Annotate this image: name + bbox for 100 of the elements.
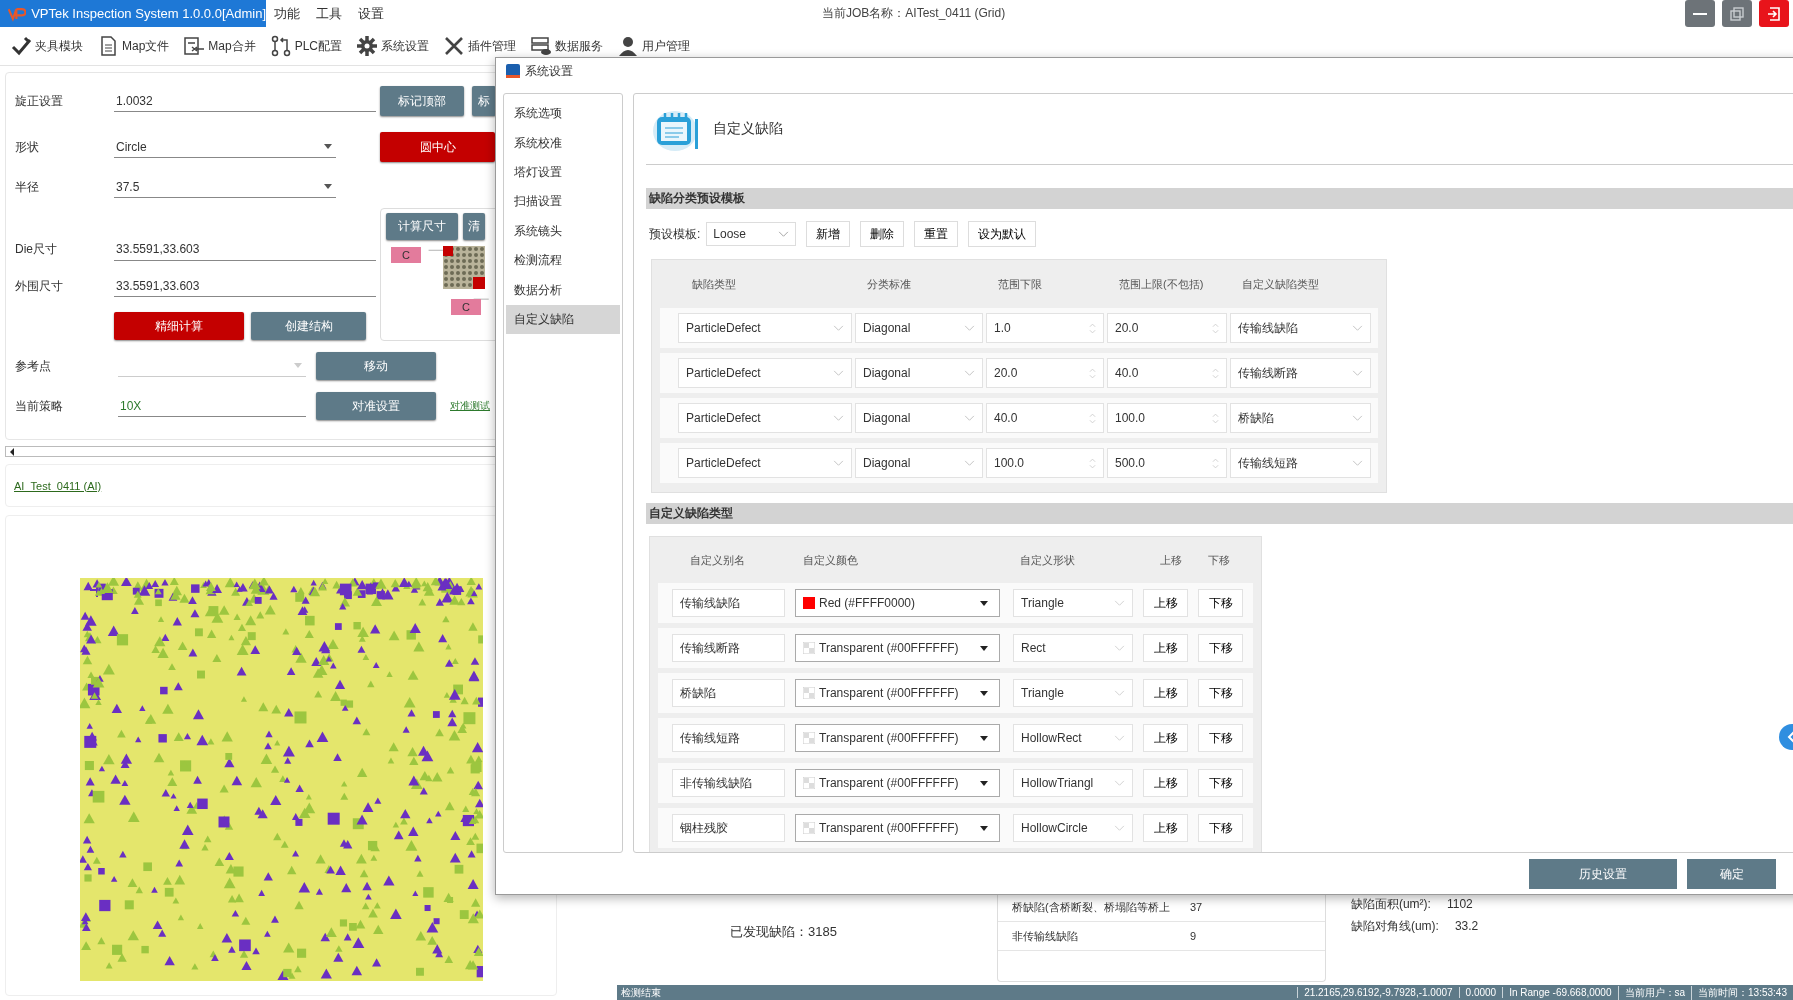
menu-item[interactable]: 功能 <box>266 0 308 27</box>
align-settings-button[interactable]: 对准设置 <box>316 392 436 420</box>
scroll-left-icon[interactable] <box>8 446 16 457</box>
minimize-button[interactable] <box>1685 0 1715 27</box>
die-size-field[interactable]: 33.5591,33.603 <box>114 238 376 261</box>
move-up-button[interactable]: 上移 <box>1143 679 1188 707</box>
color-dropdown[interactable]: Red (#FFFF0000) <box>795 589 1000 617</box>
fine-calculate-button[interactable]: 精细计算 <box>114 312 244 340</box>
lower-limit-field[interactable]: 100.0 <box>986 448 1104 478</box>
defect-type-dropdown[interactable]: ParticleDefect <box>678 358 852 388</box>
structure-node[interactable]: C <box>391 247 421 263</box>
alias-field[interactable]: 传输线短路 <box>672 724 785 752</box>
standard-dropdown[interactable]: Diagonal <box>855 448 983 478</box>
move-up-button[interactable]: 上移 <box>1143 769 1188 797</box>
preset-button[interactable]: 重置 <box>914 221 959 247</box>
move-up-button[interactable]: 上移 <box>1143 589 1188 617</box>
sidebar-item[interactable]: 自定义缺陷 <box>506 304 620 335</box>
upper-limit-field[interactable]: 500.0 <box>1107 448 1227 478</box>
toolbar-button[interactable]: PLC配置 <box>265 35 347 57</box>
color-dropdown[interactable]: Transparent (#00FFFFFF) <box>795 724 1000 752</box>
upper-limit-field[interactable]: 20.0 <box>1107 313 1227 343</box>
custom-type-dropdown[interactable]: 桥缺陷 <box>1230 403 1371 433</box>
sidebar-item[interactable]: 系统校准 <box>506 128 620 158</box>
create-structure-button[interactable]: 创建结构 <box>251 312 366 340</box>
custom-type-dropdown[interactable]: 传输线断路 <box>1230 358 1371 388</box>
shape-dropdown[interactable]: Circle <box>114 136 336 158</box>
outer-size-field[interactable]: 33.5591,33.603 <box>114 275 376 297</box>
move-down-button[interactable]: 下移 <box>1198 724 1243 752</box>
defect-type-dropdown[interactable]: ParticleDefect <box>678 313 852 343</box>
move-down-button[interactable]: 下移 <box>1198 814 1243 842</box>
alias-field[interactable]: 传输线断路 <box>672 634 785 662</box>
alias-field[interactable]: 铟柱残胶 <box>672 814 785 842</box>
mark-top-button[interactable]: 标记顶部 <box>380 86 464 116</box>
toolbar-button[interactable]: 插件管理 <box>439 35 521 57</box>
color-dropdown[interactable]: Transparent (#00FFFFFF) <box>795 814 1000 842</box>
exit-button[interactable] <box>1759 0 1789 27</box>
toolbar-button[interactable]: 系统设置 <box>352 35 434 57</box>
structure-node[interactable]: C <box>451 299 481 315</box>
upper-limit-field[interactable]: 40.0 <box>1107 358 1227 388</box>
color-dropdown[interactable]: Transparent (#00FFFFFF) <box>795 769 1000 797</box>
job-link[interactable]: AI_Test_0411 (AI) <box>14 479 102 492</box>
sidebar-item[interactable]: 系统选项 <box>506 99 620 129</box>
upper-limit-field[interactable]: 100.0 <box>1107 403 1227 433</box>
toolbar-button[interactable]: Map文件 <box>93 35 174 57</box>
defect-type-dropdown[interactable]: ParticleDefect <box>678 448 852 478</box>
table-cell-text: 非传输线缺陷 <box>1011 928 1079 944</box>
custom-type-dropdown[interactable]: 传输线缺陷 <box>1230 313 1371 343</box>
color-dropdown[interactable]: Transparent (#00FFFFFF) <box>795 634 1000 662</box>
lower-limit-field[interactable]: 40.0 <box>986 403 1104 433</box>
lower-limit-field[interactable]: 1.0 <box>986 313 1104 343</box>
dialog-button[interactable]: 历史设置 <box>1529 859 1677 889</box>
calculate-size-button[interactable]: 计算尺寸 <box>386 213 458 240</box>
shape-dropdown[interactable]: HollowTriangl <box>1013 769 1133 797</box>
dialog-button[interactable]: 确定 <box>1687 859 1776 889</box>
preset-button[interactable]: 新增 <box>806 221 851 247</box>
shape-dropdown[interactable]: Triangle <box>1013 589 1133 617</box>
sidebar-item[interactable]: 检测流程 <box>506 245 620 276</box>
preset-button[interactable]: 删除 <box>860 221 905 247</box>
toolbar-button[interactable]: 夹具模块 <box>6 35 87 57</box>
restore-button[interactable] <box>1722 0 1752 27</box>
sidebar-item[interactable]: 塔灯设置 <box>506 157 620 188</box>
shape-dropdown[interactable]: Triangle <box>1013 679 1133 707</box>
shape-dropdown[interactable]: Rect <box>1013 634 1133 662</box>
defect-type-dropdown[interactable]: ParticleDefect <box>678 403 852 433</box>
mark-button[interactable]: 标 <box>472 86 496 116</box>
move-button[interactable]: 移动 <box>316 352 436 380</box>
alias-field[interactable]: 传输线缺陷 <box>672 589 785 617</box>
lower-limit-field[interactable]: 20.0 <box>986 358 1104 388</box>
standard-dropdown[interactable]: Diagonal <box>855 358 983 388</box>
color-dropdown[interactable]: Transparent (#00FFFFFF) <box>795 679 1000 707</box>
standard-dropdown[interactable]: Diagonal <box>855 403 983 433</box>
toolbar-button[interactable]: 数据服务 <box>526 35 608 57</box>
sidebar-item[interactable]: 扫描设置 <box>506 187 620 217</box>
sidebar-item[interactable]: 系统镜头 <box>506 216 620 246</box>
move-up-button[interactable]: 上移 <box>1143 724 1188 752</box>
clear-button[interactable]: 清 <box>463 213 485 240</box>
menu-item[interactable]: 工具 <box>308 0 350 27</box>
circle-center-button[interactable]: 圆中心 <box>380 132 495 162</box>
radius-dropdown[interactable]: 37.5 <box>114 176 336 198</box>
toolbar-button[interactable]: Map合并 <box>179 35 260 57</box>
preset-dropdown[interactable]: Loose <box>706 222 797 246</box>
alias-field[interactable]: 非传输线缺陷 <box>672 769 785 797</box>
alias-field[interactable]: 桥缺陷 <box>672 679 785 707</box>
toolbar-button[interactable]: 用户管理 <box>613 35 695 57</box>
sidebar-item[interactable]: 数据分析 <box>506 275 620 305</box>
menu-item[interactable]: 设置 <box>350 0 392 27</box>
move-down-button[interactable]: 下移 <box>1198 589 1243 617</box>
move-down-button[interactable]: 下移 <box>1198 634 1243 662</box>
strategy-field[interactable]: 10X <box>118 395 306 417</box>
move-down-button[interactable]: 下移 <box>1198 679 1243 707</box>
shape-dropdown[interactable]: HollowCircle <box>1013 814 1133 842</box>
preset-button[interactable]: 设为默认 <box>968 221 1037 247</box>
move-up-button[interactable]: 上移 <box>1143 634 1188 662</box>
custom-type-dropdown[interactable]: 传输线短路 <box>1230 448 1371 478</box>
shape-dropdown[interactable]: HollowRect <box>1013 724 1133 752</box>
move-up-button[interactable]: 上移 <box>1143 814 1188 842</box>
align-test-link[interactable]: 对准测试 <box>450 399 490 413</box>
rotation-field[interactable]: 1.0032 <box>114 90 376 112</box>
standard-dropdown[interactable]: Diagonal <box>855 313 983 343</box>
move-down-button[interactable]: 下移 <box>1198 769 1243 797</box>
